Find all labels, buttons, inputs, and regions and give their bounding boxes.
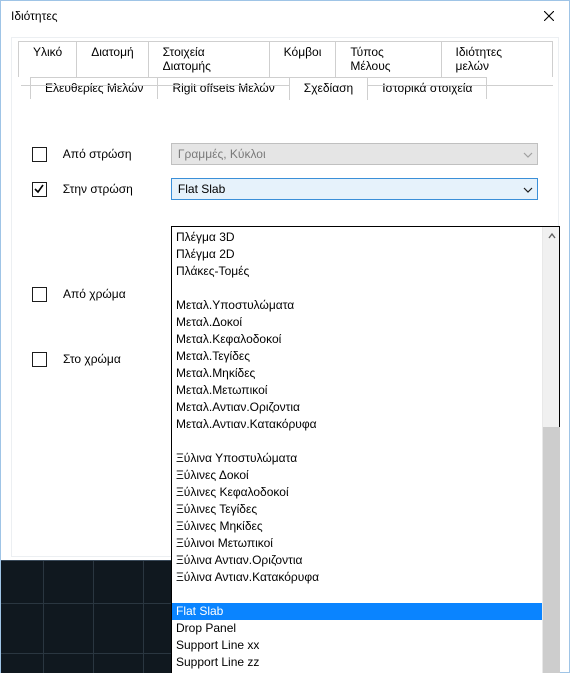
dropdown-item[interactable]: Μεταλ.Μηκίδες xyxy=(172,365,542,382)
dropdown-item[interactable]: Πλέγμα 3D xyxy=(172,229,542,246)
tab-ιδιότητες-μελών[interactable]: Ιδιότητες μελών xyxy=(441,41,553,77)
tab-σχεδίαση[interactable]: Σχεδίαση xyxy=(289,77,368,100)
dropdown-list[interactable]: Μεταλλικές ΔοκοίΠλέγμα ΕπιφάνειαςΜαθηματ… xyxy=(172,227,542,673)
from-layer-label: Από στρώση xyxy=(63,147,171,161)
canvas-background xyxy=(1,560,174,673)
scroll-thumb[interactable] xyxy=(543,427,560,673)
dropdown-item[interactable]: Ξύλινα Αντιαν.Κατακόρυφα xyxy=(172,569,542,586)
to-layer-row: Στην στρώση Flat Slab xyxy=(32,178,538,200)
dropdown-item[interactable]: Μεταλ.Δοκοί xyxy=(172,314,542,331)
dropdown-item[interactable]: Ξύλινοι Μετωπικοί xyxy=(172,535,542,552)
tab-ιστορικά-στοιχεία[interactable]: Ιστορικά στοιχεία xyxy=(367,77,487,99)
dropdown-item[interactable]: Μεταλ.Αντιαν.Οριζοντια xyxy=(172,399,542,416)
dropdown-separator xyxy=(172,280,542,297)
window-title: Ιδιότητες xyxy=(11,9,57,23)
scroll-up-button[interactable] xyxy=(543,227,560,244)
tab-στοιχεία-διατομής[interactable]: Στοιχεία Διατομής xyxy=(148,41,270,77)
to-layer-value: Flat Slab xyxy=(178,182,225,196)
to-layer-combo[interactable]: Flat Slab xyxy=(171,178,538,200)
dropdown-item[interactable]: Flat Slab xyxy=(172,603,542,620)
tab-υλικό[interactable]: Υλικό xyxy=(18,41,77,77)
from-layer-combo: Γραμμές, Κύκλοι xyxy=(171,143,538,165)
dropdown-separator xyxy=(172,433,542,450)
dropdown-item[interactable]: Ξύλινα Υποστυλώματα xyxy=(172,450,542,467)
from-color-checkbox[interactable] xyxy=(32,287,47,302)
tab-strip: Ελευθερίες ΜελώνRigit offsets ΜελώνΣχεδί… xyxy=(12,38,558,99)
chevron-down-icon xyxy=(523,184,533,194)
chevron-down-icon xyxy=(523,149,533,159)
dropdown-item[interactable]: Ξύλινες Κεφαλοδοκοί xyxy=(172,484,542,501)
from-color-label: Από χρώμα xyxy=(63,287,173,301)
dropdown-scrollbar[interactable] xyxy=(542,227,559,673)
dropdown-item[interactable]: Ξύλινες Μηκίδες xyxy=(172,518,542,535)
tab-κόμβοι[interactable]: Κόμβοι xyxy=(269,41,337,77)
dropdown-item[interactable]: Ξύλινες Τεγίδες xyxy=(172,501,542,518)
dropdown-item[interactable]: Πλέγμα 2D xyxy=(172,246,542,263)
dropdown-item[interactable]: Support Line zz xyxy=(172,654,542,671)
titlebar: Ιδιότητες xyxy=(1,1,569,31)
to-layer-checkbox[interactable] xyxy=(32,182,47,197)
dropdown-item[interactable]: Μεταλ.Τεγίδες xyxy=(172,348,542,365)
dropdown-item[interactable]: Μεταλ.Μετωπικοί xyxy=(172,382,542,399)
dropdown-item[interactable]: Πλάκες-Τομές xyxy=(172,263,542,280)
to-color-checkbox[interactable] xyxy=(32,352,47,367)
close-icon xyxy=(544,11,554,21)
to-color-label: Στο χρώμα xyxy=(63,352,173,366)
dropdown-item[interactable]: Ξύλινα Αντιαν.Οριζοντια xyxy=(172,552,542,569)
dropdown-item[interactable]: Μεταλ.Αντιαν.Κατακόρυφα xyxy=(172,416,542,433)
to-layer-label: Στην στρώση xyxy=(63,182,171,196)
from-layer-value: Γραμμές, Κύκλοι xyxy=(178,147,266,161)
dropdown-item[interactable]: Support Line xx xyxy=(172,637,542,654)
properties-dialog: Ιδιότητες Ελευθερίες ΜελώνRigit offsets … xyxy=(0,0,570,673)
tab-τύπος-μέλους[interactable]: Τύπος Μέλους xyxy=(335,41,441,77)
tab-ελευθερίες-μελών[interactable]: Ελευθερίες Μελών xyxy=(30,77,158,99)
dropdown-item[interactable]: Μεταλ.Κεφαλοδοκοί xyxy=(172,331,542,348)
from-layer-row: Από στρώση Γραμμές, Κύκλοι xyxy=(32,143,538,165)
to-layer-dropdown[interactable]: Μεταλλικές ΔοκοίΠλέγμα ΕπιφάνειαςΜαθηματ… xyxy=(171,226,560,673)
close-button[interactable] xyxy=(529,2,569,30)
dropdown-separator xyxy=(172,586,542,603)
dropdown-item[interactable]: Ξύλινες Δοκοί xyxy=(172,467,542,484)
dropdown-item[interactable]: Drop Panel xyxy=(172,620,542,637)
tab-διατομή[interactable]: Διατομή xyxy=(76,41,148,77)
dropdown-item[interactable]: Μεταλ.Υποστυλώματα xyxy=(172,297,542,314)
from-layer-checkbox[interactable] xyxy=(32,147,47,162)
tab-rigit-offsets-μελών[interactable]: Rigit offsets Μελών xyxy=(157,77,289,99)
